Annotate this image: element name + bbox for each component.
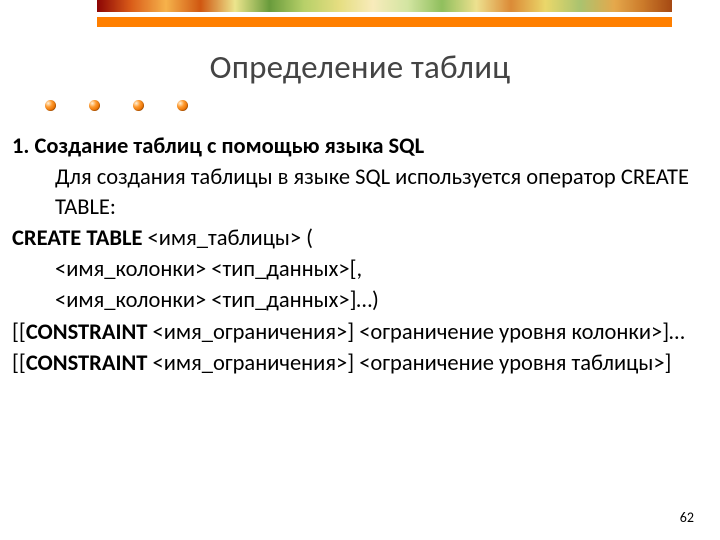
page-number: 62 bbox=[680, 509, 694, 526]
syntax-text: [[ bbox=[12, 350, 26, 377]
syntax-text: [[ bbox=[12, 319, 26, 346]
keyword-constraint: CONSTRAINT bbox=[26, 319, 148, 346]
dot-icon bbox=[177, 100, 188, 111]
intro-paragraph: Для создания таблицы в языке SQL использ… bbox=[12, 163, 702, 222]
banner-orange-stripe bbox=[97, 17, 672, 27]
dot-icon bbox=[89, 100, 100, 111]
keyword-create-table: CREATE TABLE bbox=[12, 225, 142, 252]
slide: Определение таблиц 1. Создание таблиц с … bbox=[0, 0, 720, 540]
syntax-line-column-1: <имя_колонки> <тип_данных>[, bbox=[12, 255, 702, 284]
section-heading-text: Создание таблиц с помощью языка SQL bbox=[35, 133, 425, 160]
dot-icon bbox=[133, 100, 144, 111]
syntax-text: <имя_ограничения>] <ограничение уровня т… bbox=[147, 350, 671, 377]
slide-title: Определение таблиц bbox=[0, 47, 720, 87]
slide-body: 1. Создание таблиц с помощью языка SQL Д… bbox=[12, 132, 702, 380]
section-number: 1. bbox=[12, 133, 29, 160]
section-heading: 1. Создание таблиц с помощью языка SQL bbox=[12, 132, 702, 161]
syntax-line-constraint-2: [[CONSTRAINT <имя_ограничения>] <огранич… bbox=[12, 349, 702, 378]
syntax-line-constraint-1: [[CONSTRAINT <имя_ограничения>] <огранич… bbox=[12, 318, 702, 347]
syntax-line-column-2: <имя_колонки> <тип_данных>]…) bbox=[12, 286, 702, 315]
header-banner bbox=[97, 0, 672, 27]
syntax-text: <имя_ограничения>] <ограничение уровня к… bbox=[147, 319, 684, 346]
syntax-line-create: CREATE TABLE <имя_таблицы> ( bbox=[12, 224, 702, 253]
banner-texture-stripe bbox=[97, 0, 672, 12]
keyword-constraint: CONSTRAINT bbox=[26, 350, 148, 377]
syntax-text: <имя_таблицы> ( bbox=[142, 225, 313, 252]
dot-icon bbox=[45, 100, 56, 111]
decorative-dots bbox=[45, 100, 188, 111]
